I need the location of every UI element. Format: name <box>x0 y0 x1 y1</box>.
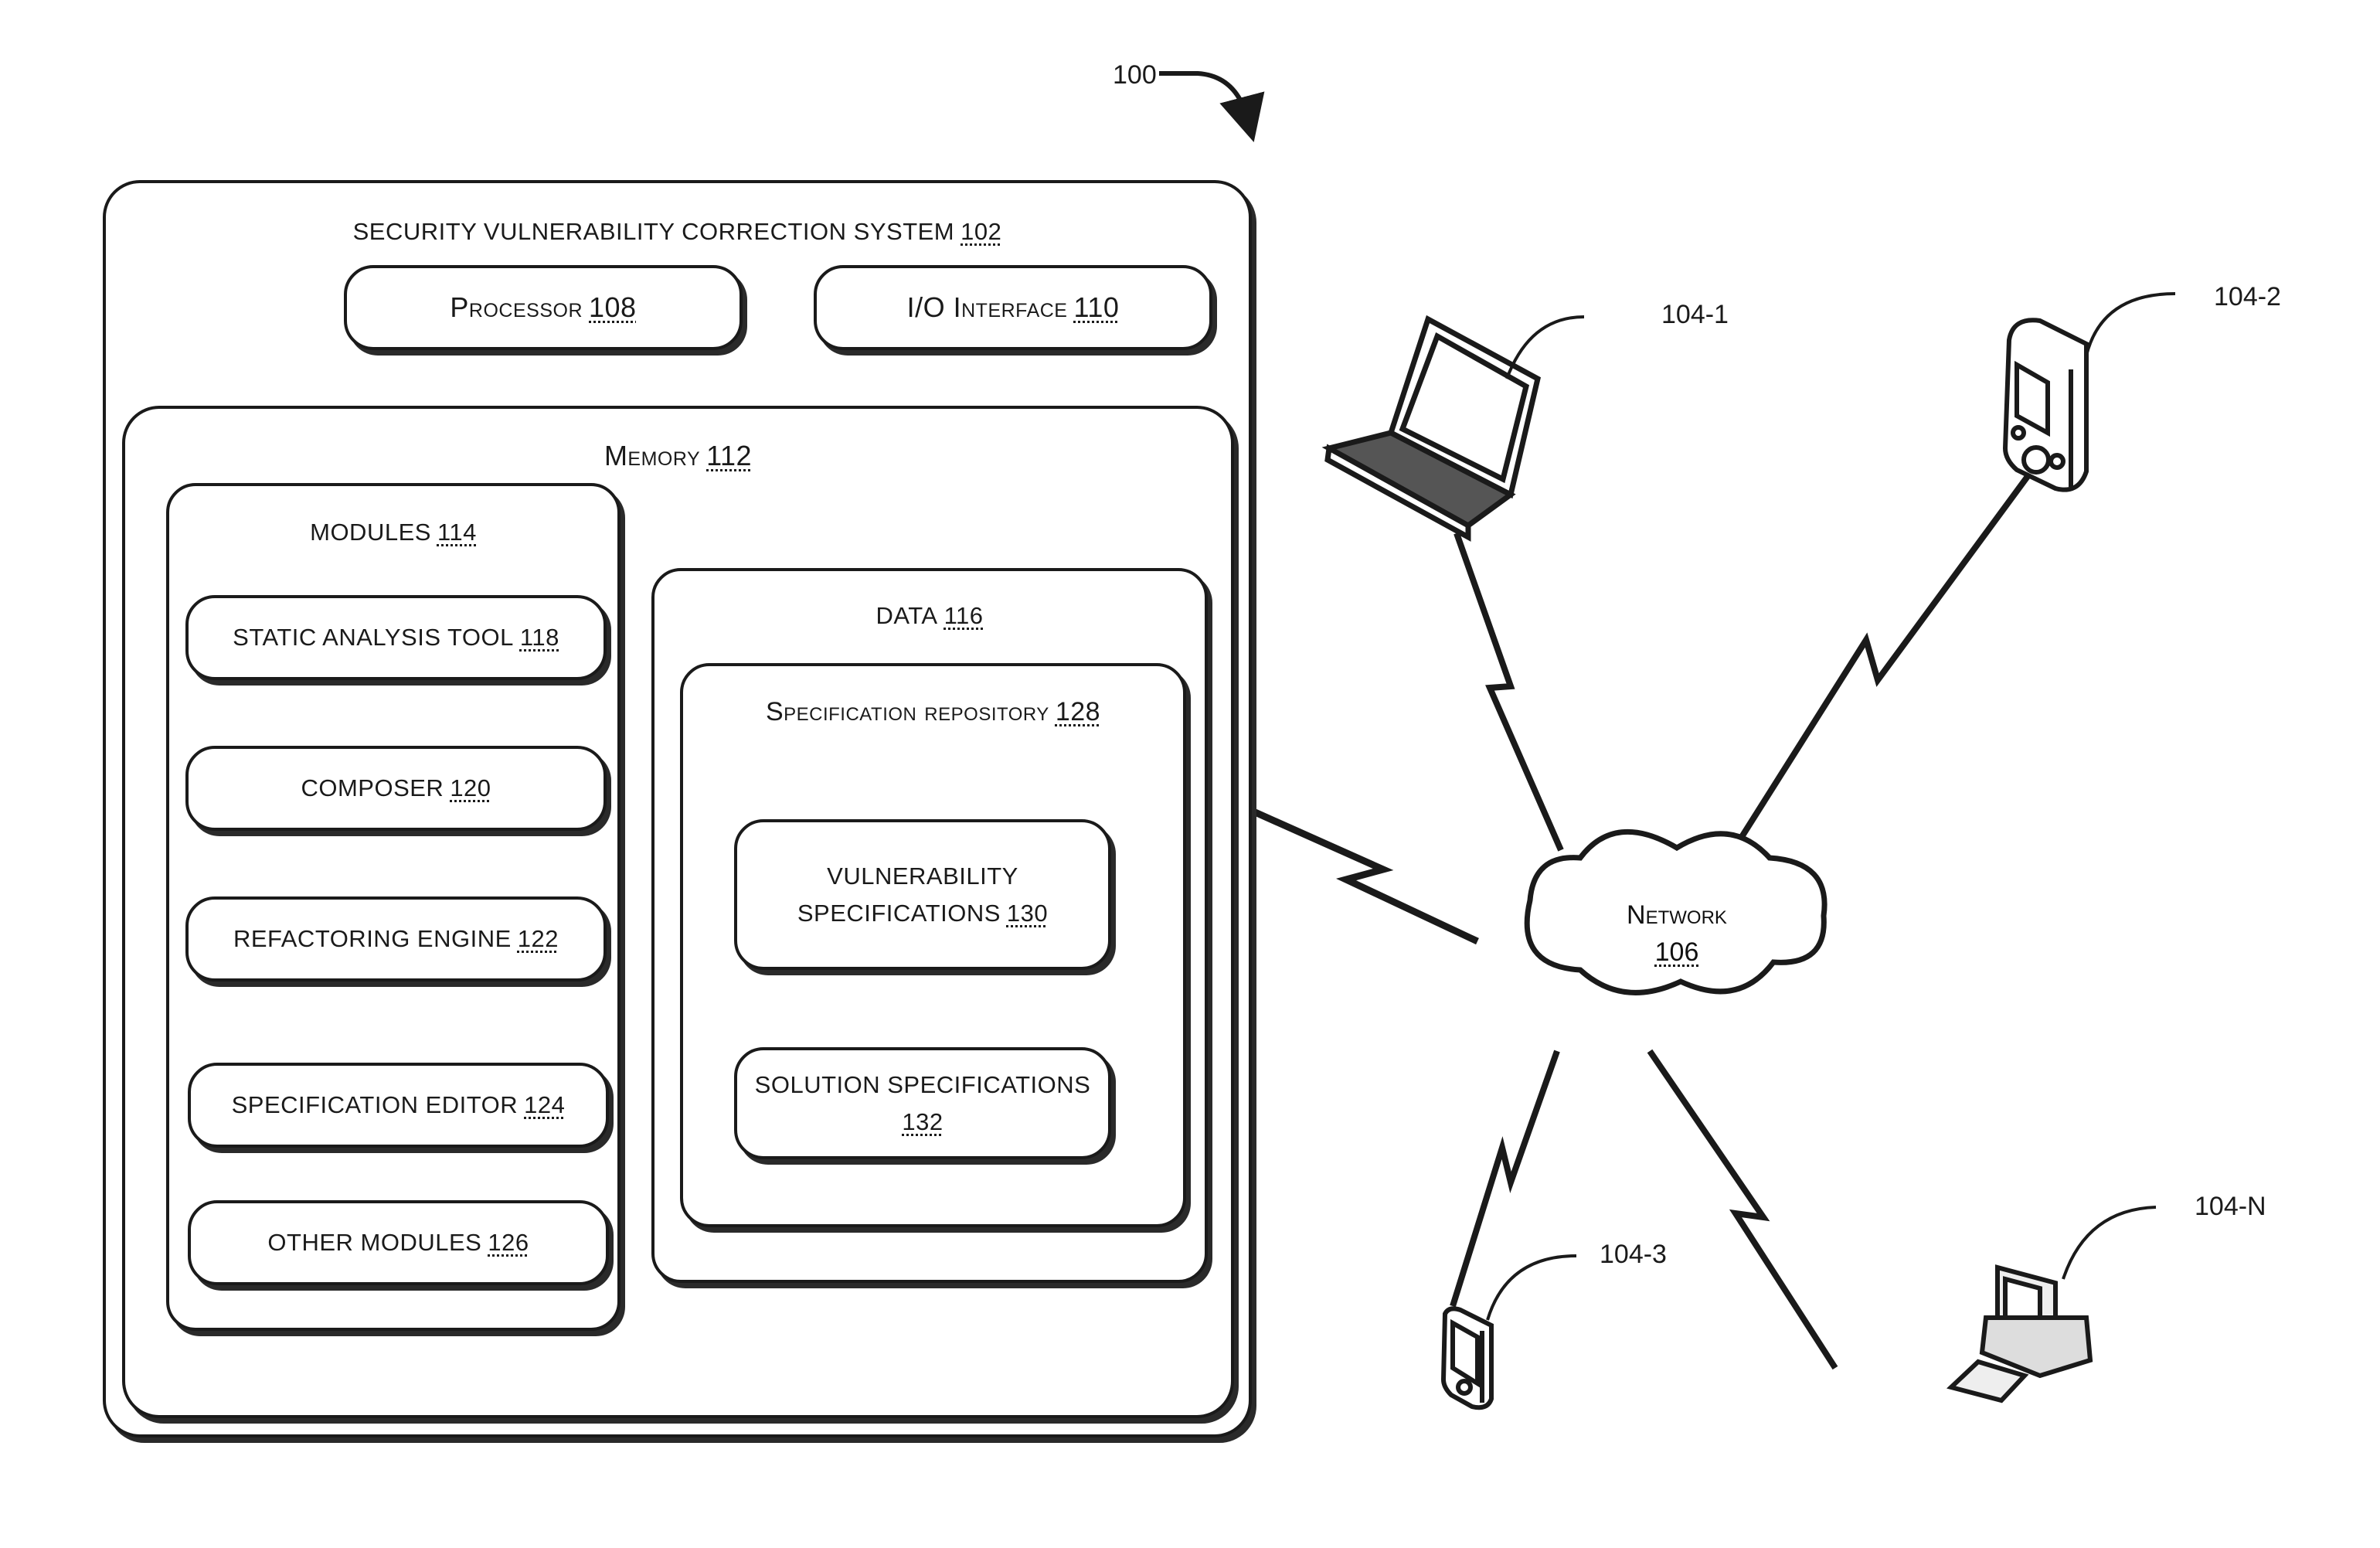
laptop-icon <box>1321 315 1542 542</box>
smartphone-icon <box>1440 1306 1494 1410</box>
pda-icon <box>2002 318 2089 492</box>
network-label: Network 106 <box>1592 896 1762 971</box>
leader-104-3 <box>1486 1254 1577 1321</box>
figure-ref-arrow <box>1159 71 1265 143</box>
device-label-104-N: 104-N <box>2195 1192 2266 1221</box>
module-other-modules: OTHER MODULES 126 <box>188 1200 609 1285</box>
network-name: Network <box>1627 900 1727 930</box>
figure-ref-label: 100 <box>1113 60 1157 90</box>
vulnerability-specifications-box: VULNERABILITY SPECIFICATIONS 130 <box>734 819 1111 970</box>
leader-104-N <box>2062 1206 2157 1280</box>
system-network-link <box>1252 808 1479 945</box>
network-ref: 106 <box>1654 937 1699 967</box>
system-title: SECURITY VULNERABILITY CORRECTION SYSTEM… <box>352 218 1002 245</box>
desktop-computer-icon <box>1946 1264 2093 1403</box>
solution-specifications-box: SOLUTION SPECIFICATIONS 132 <box>734 1047 1111 1159</box>
device-label-104-3: 104-3 <box>1600 1240 1667 1269</box>
module-composer: COMPOSER 120 <box>185 746 607 831</box>
device-label-104-1: 104-1 <box>1661 300 1729 329</box>
desktop-network-link <box>1647 1049 1838 1370</box>
module-static-analysis-tool: STATIC ANALYSIS TOOL 118 <box>185 595 607 680</box>
processor-box: Processor 108 <box>344 265 743 350</box>
module-refactoring-engine: REFACTORING ENGINE 122 <box>185 896 607 982</box>
phone-network-link <box>1450 1050 1560 1308</box>
io-interface-box: I/O Interface 110 <box>814 265 1212 350</box>
laptop-network-link <box>1454 532 1564 852</box>
module-specification-editor: SPECIFICATION EDITOR 124 <box>188 1063 609 1148</box>
leader-104-2 <box>2085 292 2176 356</box>
pda-network-link <box>1728 473 2032 856</box>
device-label-104-2: 104-2 <box>2214 282 2281 311</box>
